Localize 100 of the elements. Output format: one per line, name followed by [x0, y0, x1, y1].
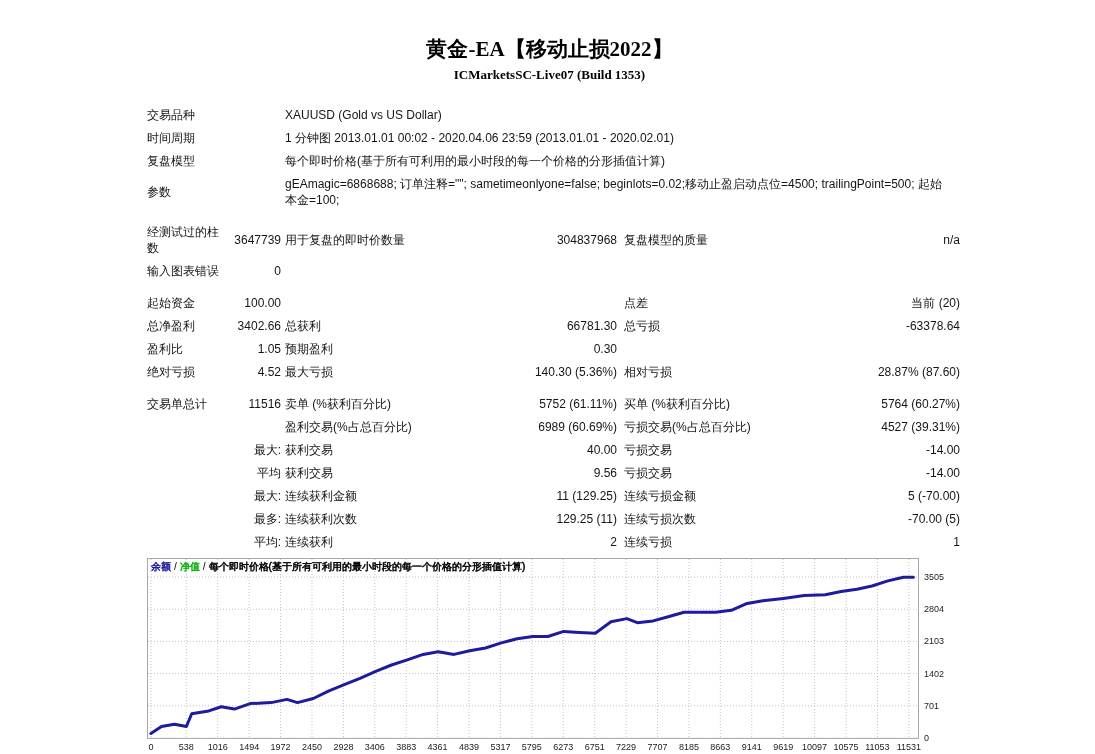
axis-tick-label: 8663	[710, 742, 731, 752]
field-value: 6989 (60.69%)	[538, 419, 617, 434]
legend-separator: /	[174, 561, 177, 573]
axis-tick-label: 2450	[301, 742, 322, 752]
axis-tick-label: 1494	[239, 742, 260, 752]
field-value: 28.87% (87.60)	[877, 364, 960, 379]
field-label: 卖单 (%获利百分比)	[285, 396, 391, 411]
axis-tick-label: 9619	[773, 742, 794, 752]
field-label: 连续亏损金额	[624, 488, 696, 503]
field-label: 连续获利	[285, 534, 333, 549]
axis-tick-label: 1402	[924, 668, 945, 679]
field-value: 66781.30	[566, 318, 617, 333]
legend-label: 每个即时价格(基于所有可利用的最小时段的每一个价格的分形插值计算)	[208, 561, 526, 573]
field-label: 起始资金	[147, 295, 195, 310]
field-value: 100.00	[244, 295, 281, 310]
field-value: -70.00 (5)	[907, 511, 960, 526]
qualifier-label: 最大:	[253, 442, 281, 457]
field-label: 总净盈利	[147, 318, 195, 333]
field-value: 304837968	[556, 232, 617, 247]
field-label: 经测试过的柱数	[147, 224, 219, 255]
field-label: 亏损交易(%占总百分比)	[624, 419, 751, 434]
field-label: 盈利交易(%占总百分比)	[285, 419, 412, 434]
axis-tick-label: 0	[924, 733, 929, 743]
axis-tick-label: 6751	[584, 742, 605, 752]
field-label: 连续亏损	[624, 534, 672, 549]
axis-tick-label: 701	[924, 700, 940, 711]
field-value: 1	[953, 534, 960, 549]
field-label: 买单 (%获利百分比)	[624, 396, 730, 411]
field-label: 连续获利次数	[285, 511, 357, 526]
axis-tick-label: 5795	[521, 742, 542, 752]
axis-tick-label: 3505	[924, 572, 945, 582]
report-title: 黄金-EA【移动止损2022】	[426, 36, 673, 62]
legend-separator: /	[202, 561, 206, 573]
field-value: 40.00	[586, 442, 617, 457]
axis-tick-label: 3883	[396, 742, 417, 752]
qualifier-label: 平均	[257, 465, 281, 480]
field-value: 129.25 (11)	[556, 511, 617, 526]
field-value: 每个即时价格(基于所有可利用的最小时段的每一个价格的分形插值计算)	[285, 153, 665, 168]
field-label: 参数	[147, 184, 171, 199]
field-value: 5764 (60.27%)	[881, 396, 960, 411]
field-label: 交易品种	[147, 107, 195, 122]
field-label: 亏损交易	[624, 465, 672, 480]
field-value: 3402.66	[237, 318, 281, 333]
axis-tick-label: 0	[148, 742, 154, 752]
field-value: 4527 (39.31%)	[881, 419, 960, 434]
field-value: 1 分钟图 2013.01.01 00:02 - 2020.04.06 23:59 (2013.01.01 - 2020.02.01)	[285, 130, 674, 145]
axis-tick-label: 11053	[865, 742, 890, 752]
field-value: 9.56	[593, 465, 617, 480]
field-label: 盈利比	[147, 341, 183, 356]
field-label: 预期盈利	[285, 341, 333, 356]
field-value: -14.00	[925, 465, 960, 480]
axis-tick-label: 9141	[741, 742, 762, 752]
axis-tick-label: 3406	[364, 742, 385, 752]
axis-tick-label: 2928	[333, 742, 354, 752]
field-label: 连续亏损次数	[624, 511, 696, 526]
qualifier-label: 平均:	[253, 534, 281, 549]
qualifier-label: 最大:	[253, 488, 281, 503]
axis-tick-label: 5317	[490, 742, 511, 752]
field-label: 时间周期	[147, 130, 195, 145]
axis-tick-label: 7229	[616, 742, 637, 752]
axis-tick-label: 7707	[647, 742, 668, 752]
axis-tick-label: 11531	[896, 742, 922, 752]
field-value: XAUUSD (Gold vs US Dollar)	[285, 107, 442, 122]
field-value: 11 (129.25)	[556, 488, 617, 503]
field-label: 连续获利金额	[285, 488, 357, 503]
qualifier-label: 最多:	[253, 511, 281, 526]
axis-tick-label: 4839	[459, 742, 479, 752]
server-build-label: ICMarketsSC-Live07 (Build 1353)	[453, 67, 646, 83]
axis-tick-label: 10097	[802, 742, 828, 752]
field-label: 输入图表错误	[147, 263, 219, 278]
legend-label: 净值	[179, 561, 200, 573]
field-label: 总获利	[285, 318, 321, 333]
field-value: 4.52	[257, 364, 281, 379]
field-value: -14.00	[925, 442, 960, 457]
field-label: 交易单总计	[147, 396, 207, 411]
field-value: 140.30 (5.36%)	[534, 364, 617, 379]
axis-tick-label: 1016	[207, 742, 228, 752]
field-label: 获利交易	[285, 442, 333, 457]
field-label: 总亏损	[624, 318, 660, 333]
axis-tick-label: 2804	[924, 604, 945, 615]
field-label: 复盘模型的质量	[624, 232, 708, 247]
field-label: 用于复盘的即时价数量	[285, 232, 405, 247]
axis-tick-label: 4361	[427, 742, 448, 752]
axis-tick-label: 8185	[678, 742, 699, 752]
field-value: 3647739	[234, 232, 281, 247]
field-label: 绝对亏损	[147, 364, 195, 379]
field-value: n/a	[943, 232, 960, 247]
axis-tick-label: 10575	[833, 742, 859, 752]
field-label: 获利交易	[285, 465, 333, 480]
field-value: gEAmagic=6868688; 订单注释=""; sametimeonlyone=false; beginlots=0.02;移动止盈启动点位=4500; trailingPoint=500; 起始本金=100;	[285, 176, 942, 207]
field-value: 5 (-70.00)	[907, 488, 960, 503]
field-label: 亏损交易	[624, 442, 672, 457]
field-value: 1.05	[257, 341, 281, 356]
axis-tick-label: 6273	[553, 742, 574, 752]
axis-tick-label: 538	[178, 742, 194, 752]
field-value: 0.30	[593, 341, 617, 356]
field-label: 点差	[624, 295, 648, 310]
field-value: 2	[610, 534, 617, 549]
axis-tick-label: 1972	[270, 742, 291, 752]
field-value: 当前 (20)	[911, 295, 960, 310]
